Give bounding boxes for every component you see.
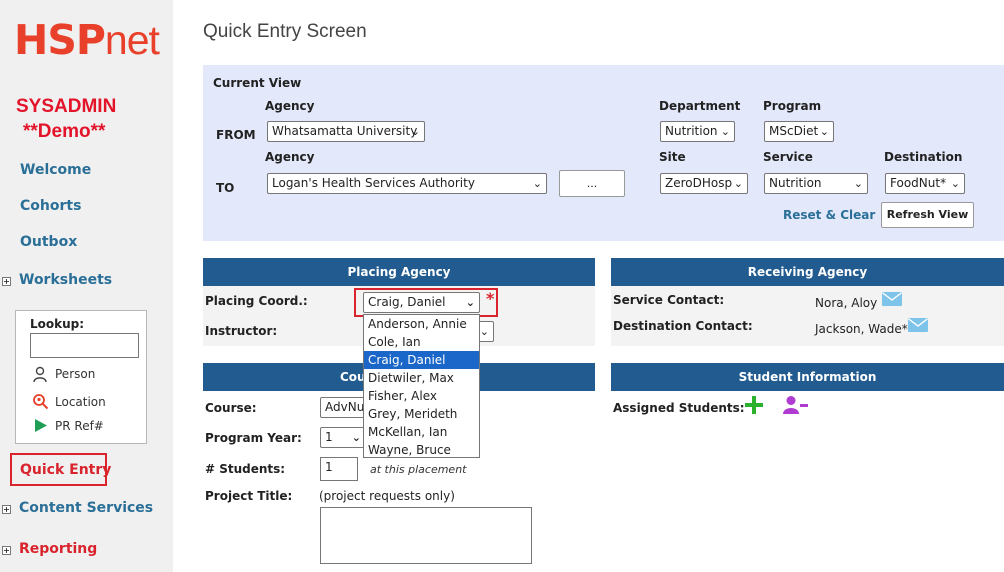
chevron-down-icon: ⌄ — [410, 125, 420, 138]
dropdown-option[interactable]: McKellan, Ian — [364, 423, 479, 441]
from-agency-select[interactable]: Whatsamatta University ⌄ — [267, 121, 425, 142]
service-contact-label: Service Contact: — [613, 293, 725, 307]
project-title-textarea[interactable] — [320, 507, 532, 564]
expand-content-services-icon[interactable]: + — [2, 505, 11, 514]
dropdown-option-selected[interactable]: Craig, Daniel — [364, 351, 479, 369]
students-note: at this placement — [370, 463, 467, 476]
to-label: TO — [216, 181, 235, 195]
nav-worksheets[interactable]: Worksheets — [19, 272, 112, 288]
logo-hsp: HSP — [14, 16, 106, 64]
placing-coord-dropdown[interactable]: Anderson, Annie Cole, Ian Craig, Daniel … — [363, 314, 480, 458]
assigned-students-label: Assigned Students: — [613, 401, 745, 415]
service-label: Service — [763, 150, 813, 164]
dropdown-option[interactable]: Anderson, Annie — [364, 315, 479, 333]
user-mode: **Demo** — [23, 121, 106, 142]
nav-welcome[interactable]: Welcome — [20, 162, 91, 178]
envelope-icon[interactable] — [882, 292, 902, 306]
nav-outbox[interactable]: Outbox — [20, 234, 77, 250]
chevron-down-icon: ⌄ — [351, 431, 361, 444]
dropdown-option[interactable]: Grey, Merideth — [364, 405, 479, 423]
placing-agency-header: Placing Agency — [203, 258, 595, 286]
chevron-down-icon: ⌄ — [532, 177, 542, 190]
reset-clear-link[interactable]: Reset & Clear — [783, 208, 875, 222]
service-select[interactable]: Nutrition ⌄ — [764, 173, 868, 194]
program-label: Program — [763, 99, 822, 113]
lookup-location[interactable]: Location — [55, 395, 106, 409]
dropdown-option[interactable]: Fisher, Alex — [364, 387, 479, 405]
nav-content-services[interactable]: Content Services — [19, 500, 153, 516]
receiving-agency-header: Receiving Agency — [611, 258, 1004, 286]
program-year-select[interactable]: 1 ⌄ — [320, 427, 366, 448]
site-select[interactable]: ZeroDHosp ⌄ — [660, 173, 748, 194]
destination-select[interactable]: FoodNut* ⌄ — [885, 173, 965, 194]
nav-quick-entry[interactable]: Quick Entry — [20, 462, 111, 478]
from-agency-label: Agency — [265, 99, 315, 113]
lookup-input[interactable] — [30, 333, 139, 358]
current-view-heading: Current View — [213, 76, 302, 90]
envelope-icon[interactable] — [908, 318, 928, 332]
expand-reporting-icon[interactable]: + — [2, 546, 11, 555]
play-arrow-icon — [35, 419, 47, 432]
logo-net: net — [104, 17, 160, 63]
placing-coord-highlight — [354, 288, 498, 317]
students-input[interactable]: 1 — [320, 457, 358, 481]
department-select[interactable]: Nutrition ⌄ — [660, 121, 735, 142]
hspnet-logo[interactable]: HSPnet — [14, 17, 160, 63]
chevron-down-icon: ⌄ — [819, 125, 829, 138]
to-agency-select[interactable]: Logan's Health Services Authority ⌄ — [267, 173, 547, 194]
dropdown-option[interactable]: Dietwiler, Max — [364, 369, 479, 387]
dropdown-option[interactable]: Cole, Ian — [364, 333, 479, 351]
project-note: (project requests only) — [319, 489, 455, 503]
student-info-header: Student Information — [611, 363, 1004, 391]
location-search-icon — [33, 394, 49, 410]
required-mark: * — [486, 289, 495, 308]
instructor-label: Instructor: — [205, 324, 278, 338]
service-contact-value: Nora, Aloy — [815, 296, 878, 310]
project-title-label: Project Title: — [205, 489, 293, 503]
chevron-down-icon: ⌄ — [853, 177, 863, 190]
destination-contact-value: Jackson, Wade* — [815, 322, 908, 336]
program-select[interactable]: MScDiet ⌄ — [764, 121, 834, 142]
refresh-view-button[interactable]: Refresh View — [881, 202, 974, 228]
chevron-down-icon: ⌄ — [733, 177, 743, 190]
program-year-label: Program Year: — [205, 431, 302, 445]
lookup-pr-ref[interactable]: PR Ref# — [55, 419, 104, 433]
chevron-down-icon: ⌄ — [950, 177, 960, 190]
remove-person-icon[interactable] — [783, 395, 809, 415]
page-title: Quick Entry Screen — [203, 21, 367, 42]
add-icon[interactable] — [745, 396, 763, 414]
course-label: Course: — [205, 401, 257, 415]
site-label: Site — [659, 150, 686, 164]
placing-coord-label: Placing Coord.: — [205, 294, 308, 308]
destination-label: Destination — [884, 150, 963, 164]
user-role: SYSADMIN — [16, 96, 117, 117]
from-label: FROM — [216, 128, 256, 142]
lookup-person[interactable]: Person — [55, 367, 95, 381]
person-icon — [33, 366, 47, 383]
to-agency-label: Agency — [265, 150, 315, 164]
nav-cohorts[interactable]: Cohorts — [20, 198, 81, 214]
nav-reporting[interactable]: Reporting — [19, 541, 97, 557]
expand-worksheets-icon[interactable]: + — [2, 277, 11, 286]
chevron-down-icon: ⌄ — [720, 125, 730, 138]
agency-browse-button[interactable]: ... — [559, 170, 625, 197]
destination-contact-label: Destination Contact: — [613, 319, 753, 333]
lookup-label: Lookup: — [30, 317, 85, 331]
dropdown-option[interactable]: Wayne, Bruce — [364, 441, 479, 459]
chevron-down-icon: ⌄ — [479, 325, 489, 338]
students-label: # Students: — [205, 462, 286, 476]
department-label: Department — [659, 99, 741, 113]
